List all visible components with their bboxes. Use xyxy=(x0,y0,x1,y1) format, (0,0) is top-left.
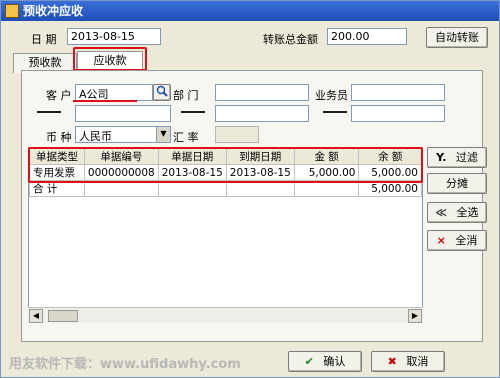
horizontal-scrollbar[interactable]: ◀ ▶ xyxy=(28,307,423,323)
tab-highlight xyxy=(73,47,147,71)
dash-separator xyxy=(323,111,347,113)
currency-value: 人民币 xyxy=(79,130,112,143)
scroll-right-icon[interactable]: ▶ xyxy=(408,309,422,323)
staff-field[interactable] xyxy=(351,84,445,101)
clear-all-button[interactable]: ⨯ 全消 xyxy=(427,230,487,251)
split-button[interactable]: 分摊 xyxy=(427,173,487,194)
filter-icon: Y. xyxy=(436,151,447,164)
staff-label: 业务员 xyxy=(315,89,348,102)
rate-field xyxy=(215,126,259,143)
currency-label: 币 种 xyxy=(46,131,72,144)
check-all-icon: ≪ xyxy=(435,206,447,219)
cancel-button[interactable]: ✖ 取消 xyxy=(371,351,445,372)
select-all-button[interactable]: ≪ 全选 xyxy=(427,202,487,223)
customer-lookup-button[interactable] xyxy=(153,84,171,101)
date-field[interactable]: 2013-08-15 xyxy=(67,28,161,45)
table-highlight xyxy=(28,147,423,183)
dash-separator xyxy=(181,111,205,113)
chevron-down-icon[interactable]: ▼ xyxy=(156,127,170,142)
extra-field-1[interactable] xyxy=(75,105,171,122)
confirm-button[interactable]: ✔ 确认 xyxy=(288,351,362,372)
customer-label: 客 户 xyxy=(46,89,72,102)
extra-field-3[interactable] xyxy=(351,105,445,122)
window-title: 预收冲应收 xyxy=(23,4,84,18)
department-label: 部 门 xyxy=(173,89,199,102)
transfer-total-field[interactable]: 200.00 xyxy=(327,28,407,45)
check-icon: ✔ xyxy=(304,355,314,368)
dash-separator xyxy=(37,111,61,113)
scroll-thumb[interactable] xyxy=(48,310,78,322)
search-icon xyxy=(156,85,168,100)
customer-underline xyxy=(73,100,137,102)
filter-button[interactable]: Y. 过滤 xyxy=(427,147,487,168)
app-icon xyxy=(5,4,19,18)
rate-label: 汇 率 xyxy=(173,131,199,144)
close-icon: ✖ xyxy=(387,355,397,368)
currency-select[interactable]: 人民币 ▼ xyxy=(75,126,171,143)
scroll-left-icon[interactable]: ◀ xyxy=(29,309,43,323)
extra-field-2[interactable] xyxy=(215,105,309,122)
uncheck-all-icon: ⨯ xyxy=(436,234,446,247)
transfer-total-label: 转账总金额 xyxy=(263,33,318,46)
dialog-window: 预收冲应收 日 期 2013-08-15 转账总金额 200.00 自动转账 预… xyxy=(0,0,500,378)
date-label: 日 期 xyxy=(31,33,57,46)
department-field[interactable] xyxy=(215,84,309,101)
auto-transfer-button[interactable]: 自动转账 xyxy=(426,27,488,48)
title-bar[interactable]: 预收冲应收 xyxy=(1,1,499,21)
customer-field[interactable]: A公司 xyxy=(75,84,153,101)
watermark-text: 用友软件下载：www.ufidawhy.com xyxy=(9,357,241,372)
